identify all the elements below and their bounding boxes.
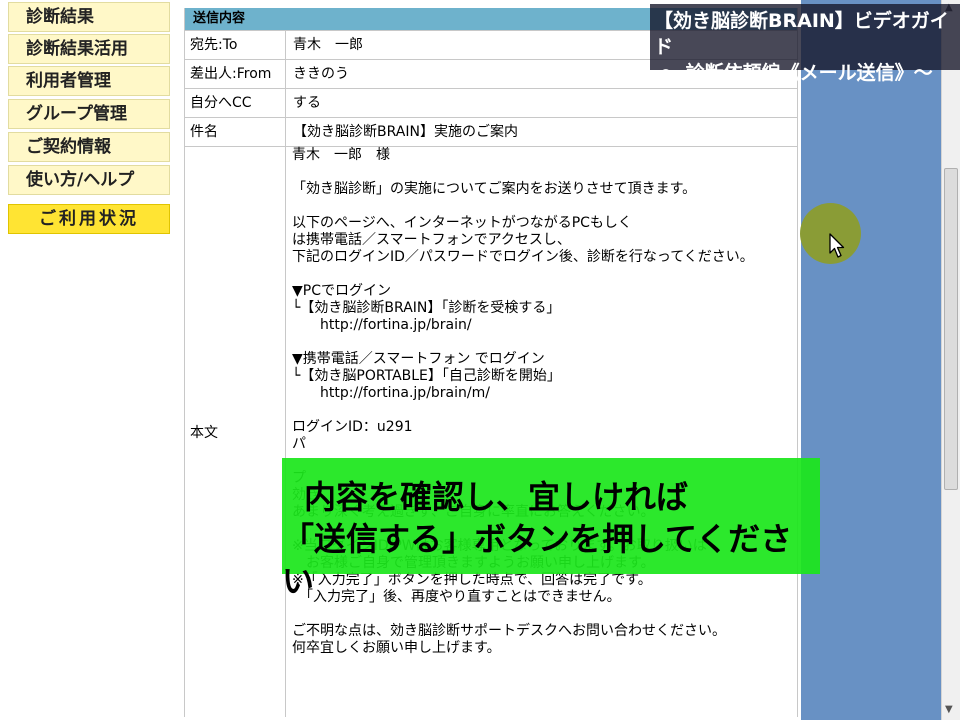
video-guide-title: 【効き脳診断BRAIN】ビデオガイド 〜 診断依頼編《メール送信》〜 [650, 4, 960, 84]
email-body-line [292, 402, 797, 419]
usage-status-button[interactable]: ご利用状況 [8, 204, 170, 234]
email-body-line: http://fortina.jp/brain/ [292, 317, 472, 333]
cc-row: 自分へCC する [185, 88, 797, 117]
sidebar-item-help[interactable]: 使い方/ヘルプ [8, 165, 170, 195]
to-label: 宛先:To [185, 31, 286, 59]
sidebar-item-user-management[interactable]: 利用者管理 [8, 66, 170, 96]
sidebar-item-label: 使い方/ヘルプ [26, 170, 135, 190]
email-body-line: 下記のログインID／パスワードでログイン後、診断を行なってください。 [292, 249, 754, 265]
sidebar: 診断結果 診断結果活用 利用者管理 グループ管理 ご契約情報 使い方/ヘルプ ご… [0, 0, 180, 720]
email-body-line: ▼携帯電話／スマートフォン でログイン [292, 351, 545, 367]
right-panel [801, 0, 941, 720]
email-body-line: 青木 一郎 様 [292, 147, 390, 163]
scroll-thumb[interactable] [944, 168, 958, 490]
cc-value: する [293, 95, 321, 111]
sidebar-item-result-utilization[interactable]: 診断結果活用 [8, 34, 170, 64]
email-body-line [292, 266, 797, 283]
send-content-form: 送信内容 宛先:To 青木 一郎 差出人:From ききのう 自分へCC する … [184, 8, 798, 717]
main-content: 送信内容 宛先:To 青木 一郎 差出人:From ききのう 自分へCC する … [184, 0, 798, 720]
scroll-down-icon[interactable]: ▼ [945, 704, 953, 715]
sidebar-item-contract-info[interactable]: ご契約情報 [8, 132, 170, 162]
subject-row: 件名 【効き脳診断BRAIN】実施のご案内 [185, 117, 797, 146]
guide-title-line2: 〜 診断依頼編《メール送信》〜 [660, 62, 933, 84]
vertical-scrollbar[interactable]: ▲ ▼ [941, 0, 960, 720]
from-label: 差出人:From [185, 60, 286, 88]
sidebar-item-label: 利用者管理 [26, 71, 111, 91]
subject-value: 【効き脳診断BRAIN】実施のご案内 [293, 124, 518, 140]
instruction-line1: 内容を確認し、宜しければ [304, 478, 689, 516]
sidebar-item-group-management[interactable]: グループ管理 [8, 99, 170, 129]
sidebar-item-diagnosis-results[interactable]: 診断結果 [8, 2, 170, 32]
sidebar-item-label: ご契約情報 [26, 137, 111, 157]
email-body-line [292, 334, 797, 351]
email-body-line: └【効き脳PORTABLE】「自己診断を開始」 [292, 368, 561, 384]
sidebar-item-label: 診断結果活用 [26, 39, 128, 59]
subject-label: 件名 [185, 118, 286, 146]
instruction-overlay: 内容を確認し、宜しければ 「送信する」ボタンを押してください [282, 458, 820, 600]
email-body: 青木 一郎 様 「効き脳診断」の実施についてご案内をお送りさせて頂きます。 以下… [286, 147, 797, 717]
cc-label: 自分へCC [185, 89, 286, 117]
sidebar-item-label: グループ管理 [26, 104, 127, 124]
email-body-line: ▼PCでログイン [292, 283, 391, 299]
email-body-line [292, 164, 797, 181]
email-body-line: 何卒宜しくお願い申し上げます。 [292, 640, 501, 656]
email-body-line: 以下のページへ、インターネットがつながるPCもしく [292, 215, 632, 231]
body-row: 本文 青木 一郎 様 「効き脳診断」の実施についてご案内をお送りさせて頂きます。… [185, 146, 797, 717]
instruction-line2: 「送信する」ボタンを押してください [282, 520, 793, 600]
sidebar-item-label: 診断結果 [26, 7, 94, 27]
email-body-line: パ [292, 436, 306, 452]
email-body-line: http://fortina.jp/brain/m/ [292, 385, 490, 401]
mouse-cursor-icon [829, 233, 845, 258]
email-body-line [292, 198, 797, 215]
email-body-line: は携帯電話／スマートフォンでアクセスし、 [292, 232, 571, 248]
email-body-line: └【効き脳診断BRAIN】「診断を受検する」 [292, 300, 561, 316]
email-body-line: ログインID：u291 [292, 419, 413, 435]
guide-title-line1: 【効き脳診断BRAIN】ビデオガイド [654, 10, 949, 58]
email-body-line: ご不明な点は、効き脳診断サポートデスクへお問い合わせください。 [292, 623, 726, 639]
body-label: 本文 [185, 147, 286, 717]
email-body-line: 「効き脳診断」の実施についてご案内をお送りさせて頂きます。 [292, 181, 697, 197]
email-body-line [292, 606, 797, 623]
usage-status-label: ご利用状況 [39, 209, 139, 229]
